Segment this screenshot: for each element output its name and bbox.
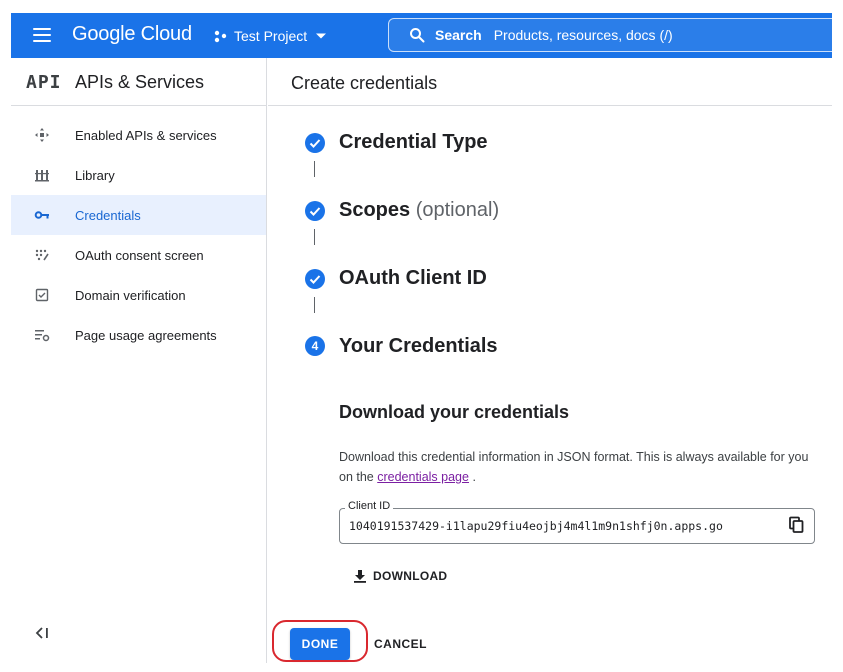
download-button[interactable]: DOWNLOAD — [345, 562, 455, 590]
done-button[interactable]: DONE — [290, 628, 350, 660]
step-number-badge: 4 — [305, 336, 325, 356]
sidebar-item-label: OAuth consent screen — [75, 247, 204, 263]
checkbox-icon — [35, 288, 49, 302]
search-bar[interactable]: Search Products, resources, docs (/) — [388, 18, 843, 52]
step-credential-type: Credential Type — [339, 131, 488, 153]
download-label: DOWNLOAD — [373, 569, 448, 583]
check-circle-icon — [305, 201, 325, 221]
sidebar-item-library[interactable]: Library — [11, 155, 266, 195]
download-description: Download this credential information in … — [339, 447, 817, 487]
credentials-page-link[interactable]: credentials page — [377, 470, 469, 484]
cancel-button[interactable]: CANCEL — [366, 628, 435, 660]
sidebar-title: APIs & Services — [75, 72, 205, 92]
step-connector — [314, 229, 315, 245]
settings-list-icon — [35, 330, 50, 342]
library-icon — [35, 170, 49, 182]
step-connector — [314, 297, 315, 313]
page-title: Create credentials — [291, 73, 438, 93]
menu-icon[interactable] — [33, 28, 51, 42]
caret-down-icon — [316, 33, 327, 39]
project-name: Test Project — [234, 28, 308, 44]
sidebar-item-label: Domain verification — [75, 287, 186, 303]
copy-icon[interactable] — [787, 516, 805, 534]
api-logo-icon: API — [26, 72, 62, 93]
step-oauth-client-id: OAuth Client ID — [339, 267, 487, 289]
search-icon — [410, 28, 425, 43]
sidebar-item-label: Enabled APIs & services — [75, 127, 217, 143]
page-header: Create credentials — [268, 58, 832, 106]
sidebar-item-page-usage[interactable]: Page usage agreements — [11, 315, 266, 355]
oauth-consent-icon — [35, 249, 49, 261]
desc-text-end: . — [468, 470, 476, 484]
search-placeholder: Products, resources, docs (/) — [493, 27, 673, 43]
sidebar-item-oauth-consent[interactable]: OAuth consent screen — [11, 235, 266, 275]
step-your-credentials: Your Credentials — [339, 335, 498, 357]
project-dots-icon — [214, 30, 227, 43]
client-id-label: Client ID — [345, 500, 394, 512]
step-optional-label: (optional) — [415, 199, 500, 221]
sidebar-item-credentials[interactable]: Credentials — [11, 195, 266, 235]
download-icon — [354, 570, 366, 583]
client-id-value[interactable]: 1040191537429-i1lapu29fiu4eojbj4m4l1m9n1… — [349, 519, 723, 533]
enabled-apis-icon — [35, 128, 49, 142]
google-cloud-logo[interactable]: Google Cloud — [72, 23, 192, 46]
step-scopes-label: Scopes — [339, 199, 411, 221]
check-circle-icon — [305, 133, 325, 153]
sidebar-item-label: Page usage agreements — [75, 327, 217, 343]
step-scopes: Scopes (optional) — [339, 199, 499, 222]
sidebar-header: API APIs & Services — [11, 58, 266, 106]
top-app-bar: Google Cloud Test Project Search Product… — [11, 13, 843, 58]
search-label: Search — [435, 27, 482, 43]
step-connector — [314, 161, 315, 177]
sidebar-item-enabled-apis[interactable]: Enabled APIs & services — [11, 115, 266, 155]
check-circle-icon — [305, 269, 325, 289]
download-heading: Download your credentials — [339, 402, 570, 422]
sidebar: API APIs & Services Enabled APIs & servi… — [11, 58, 267, 663]
project-picker[interactable]: Test Project — [213, 21, 327, 51]
collapse-sidebar-icon[interactable] — [34, 625, 54, 641]
sidebar-item-label: Credentials — [75, 207, 141, 223]
sidebar-item-domain-verification[interactable]: Domain verification — [11, 275, 266, 315]
key-icon — [34, 211, 49, 219]
sidebar-item-label: Library — [75, 167, 115, 183]
